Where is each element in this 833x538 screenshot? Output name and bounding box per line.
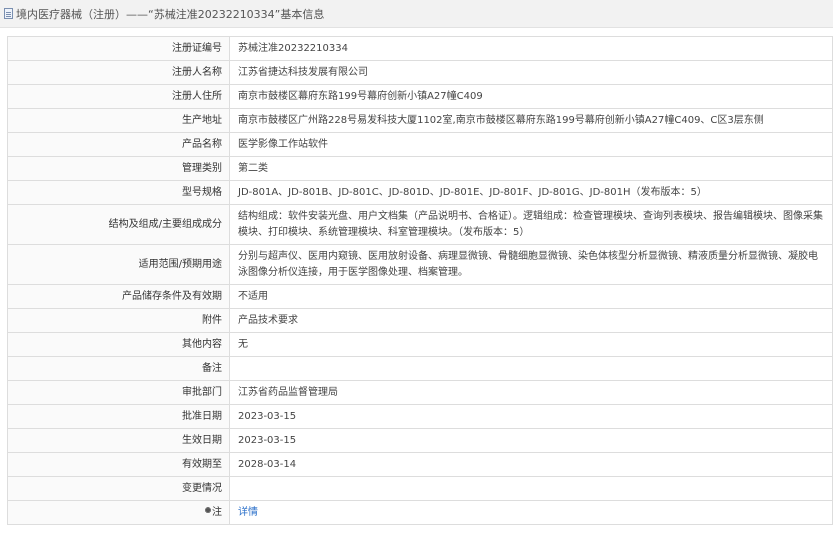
note-value-cell: 详情 [229, 500, 833, 525]
row-value: 南京市鼓楼区幕府东路199号幕府创新小镇A27幢C409 [229, 84, 833, 109]
table-row: 附件 产品技术要求 [7, 308, 833, 333]
table-row: 适用范围/预期用途 分别与超声仪、医用内窥镜、医用放射设备、病理显微镜、骨髓细胞… [7, 244, 833, 285]
row-label: 附件 [7, 308, 230, 333]
table-row: 其他内容 无 [7, 332, 833, 357]
row-value: 结构组成：软件安装光盘、用户文档集（产品说明书、合格证）。逻辑组成：检查管理模块… [229, 204, 833, 245]
row-label: 适用范围/预期用途 [7, 244, 230, 285]
row-label: 审批部门 [7, 380, 230, 405]
row-value: 2028-03-14 [229, 452, 833, 477]
row-label: 生产地址 [7, 108, 230, 133]
row-value: 产品技术要求 [229, 308, 833, 333]
row-label: 注册证编号 [7, 36, 230, 61]
note-label-cell: 注 [7, 500, 230, 525]
row-label: 批准日期 [7, 404, 230, 429]
row-value: 无 [229, 332, 833, 357]
row-value: 2023-03-15 [229, 404, 833, 429]
row-value: 分别与超声仪、医用内窥镜、医用放射设备、病理显微镜、骨髓细胞显微镜、染色体核型分… [229, 244, 833, 285]
location-pin-icon [205, 506, 211, 516]
row-label: 其他内容 [7, 332, 230, 357]
row-label: 管理类别 [7, 156, 230, 181]
table-row: 结构及组成/主要组成成分 结构组成：软件安装光盘、用户文档集（产品说明书、合格证… [7, 204, 833, 245]
row-value: 第二类 [229, 156, 833, 181]
table-row: 备注 [7, 356, 833, 381]
table-row: 变更情况 [7, 476, 833, 501]
row-value: JD-801A、JD-801B、JD-801C、JD-801D、JD-801E、… [229, 180, 833, 205]
row-label: 产品名称 [7, 132, 230, 157]
row-value: 苏械注准20232210334 [229, 36, 833, 61]
page-header: 境内医疗器械（注册）——“苏械注准20232210334”基本信息 [0, 0, 833, 28]
table-row: 审批部门 江苏省药品监督管理局 [7, 380, 833, 405]
table-row: 型号规格 JD-801A、JD-801B、JD-801C、JD-801D、JD-… [7, 180, 833, 205]
row-label: 变更情况 [7, 476, 230, 501]
table-row: 管理类别 第二类 [7, 156, 833, 181]
table-row: 注册人住所 南京市鼓楼区幕府东路199号幕府创新小镇A27幢C409 [7, 84, 833, 109]
detail-table: 注册证编号 苏械注准20232210334 注册人名称 江苏省捷达科技发展有限公… [7, 36, 833, 525]
table-row: 批准日期 2023-03-15 [7, 404, 833, 429]
table-row: 产品储存条件及有效期 不适用 [7, 284, 833, 309]
table-row: 产品名称 医学影像工作站软件 [7, 132, 833, 157]
row-label: 注册人住所 [7, 84, 230, 109]
row-value: 不适用 [229, 284, 833, 309]
table-row: 生产地址 南京市鼓楼区广州路228号易发科技大厦1102室,南京市鼓楼区幕府东路… [7, 108, 833, 133]
row-value [229, 356, 833, 381]
table-row: 有效期至 2028-03-14 [7, 452, 833, 477]
row-label: 有效期至 [7, 452, 230, 477]
row-label: 注册人名称 [7, 60, 230, 85]
details-link[interactable]: 详情 [238, 507, 258, 518]
row-value: 江苏省药品监督管理局 [229, 380, 833, 405]
document-icon [4, 8, 13, 19]
row-value: 医学影像工作站软件 [229, 132, 833, 157]
row-label: 结构及组成/主要组成成分 [7, 204, 230, 245]
row-label: 型号规格 [7, 180, 230, 205]
table-row: 注册人名称 江苏省捷达科技发展有限公司 [7, 60, 833, 85]
row-value: 南京市鼓楼区广州路228号易发科技大厦1102室,南京市鼓楼区幕府东路199号幕… [229, 108, 833, 133]
row-value: 江苏省捷达科技发展有限公司 [229, 60, 833, 85]
row-value: 2023-03-15 [229, 428, 833, 453]
note-row: 注 详情 [7, 500, 833, 525]
row-label: 生效日期 [7, 428, 230, 453]
page-title: 境内医疗器械（注册）——“苏械注准20232210334”基本信息 [16, 7, 325, 21]
row-value [229, 476, 833, 501]
row-label: 备注 [7, 356, 230, 381]
table-row: 注册证编号 苏械注准20232210334 [7, 36, 833, 61]
row-label: 产品储存条件及有效期 [7, 284, 230, 309]
note-label: 注 [212, 506, 222, 518]
table-row: 生效日期 2023-03-15 [7, 428, 833, 453]
